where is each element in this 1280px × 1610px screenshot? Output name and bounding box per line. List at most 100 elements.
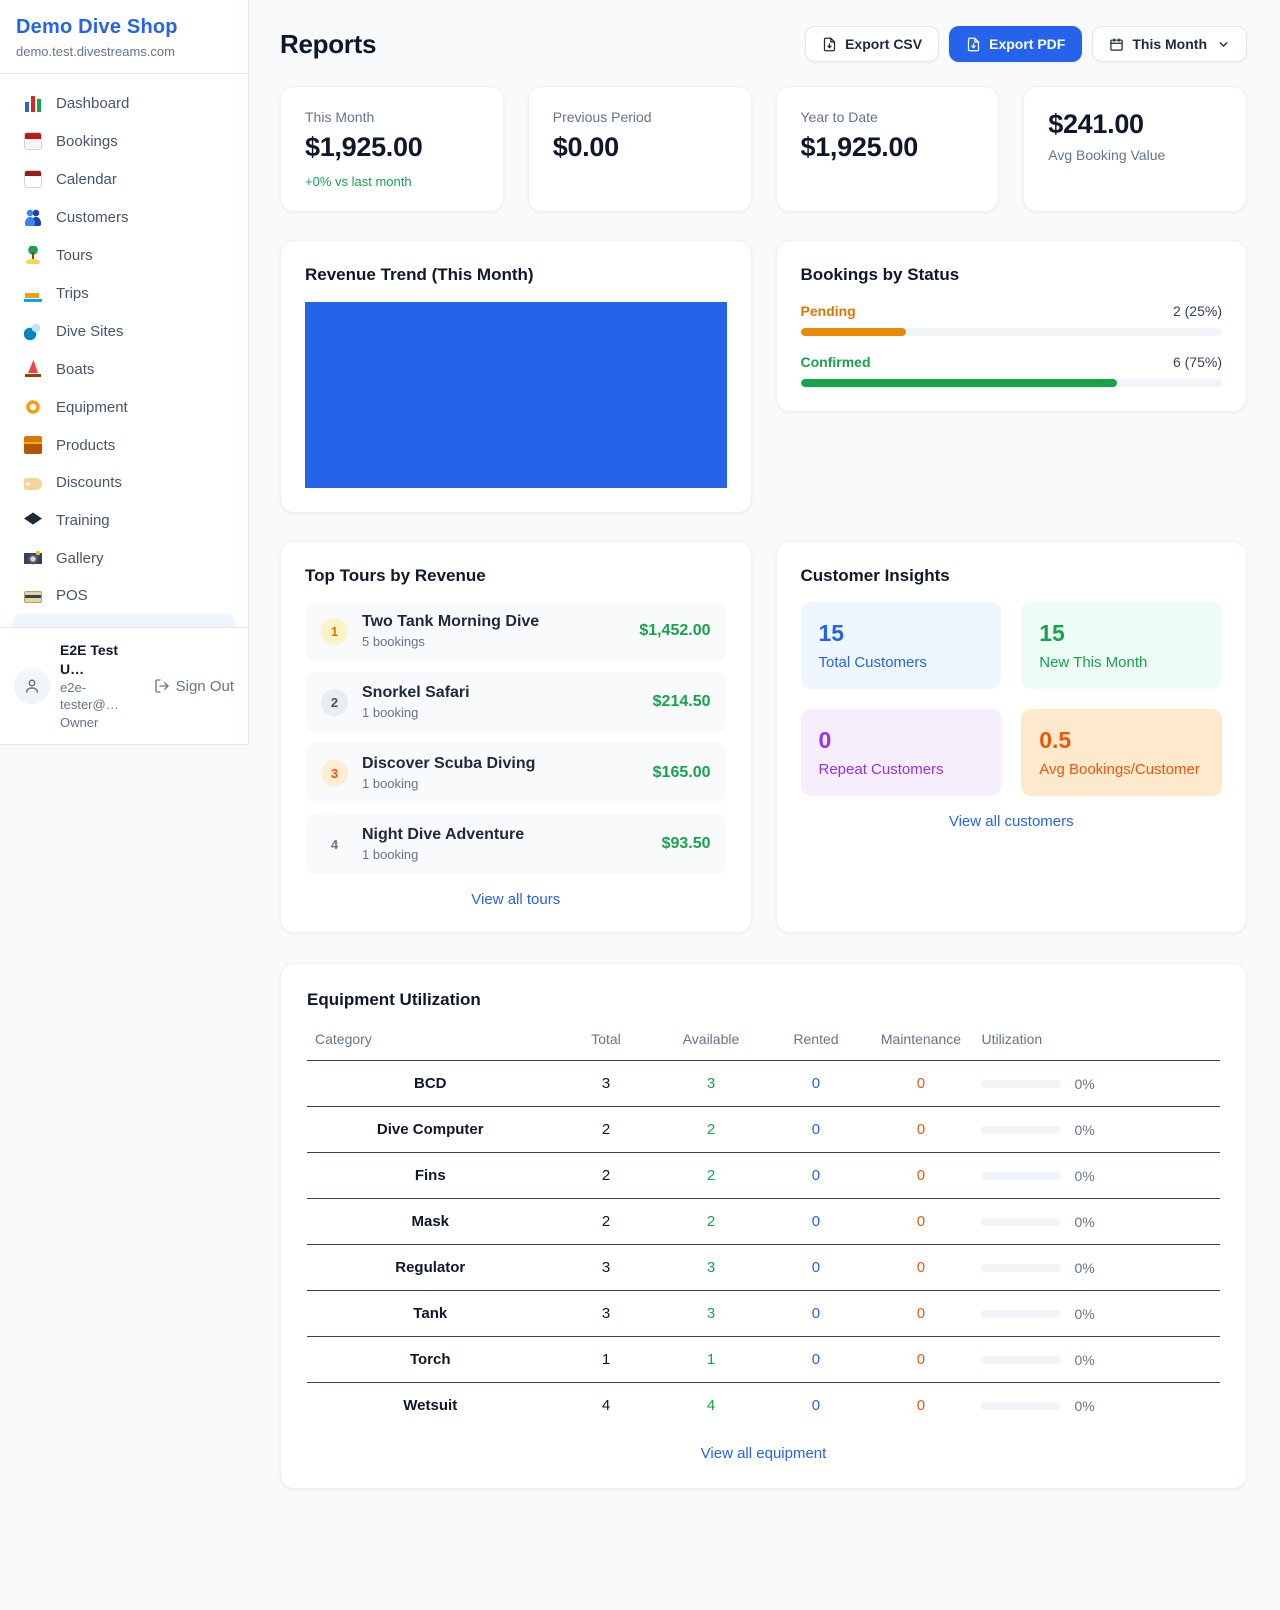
utilization-percent: 0% (1074, 1168, 1094, 1184)
cell-rented: 0 (763, 1061, 868, 1107)
bookings-by-status-card: Bookings by Status Pending 2 (25%) Confi… (776, 240, 1248, 412)
list-item: 2 Snorkel Safari 1 booking $214.50 (305, 672, 727, 732)
cell-maintenance: 0 (868, 1061, 973, 1107)
sidebar-item-label: Dive Sites (56, 323, 124, 340)
progress-track (801, 328, 1223, 336)
utilization-track (981, 1264, 1061, 1272)
export-pdf-button[interactable]: Export PDF (949, 26, 1082, 62)
user-role: Owner (60, 714, 144, 732)
tile-total-customers: 15 Total Customers (801, 602, 1002, 689)
list-item: 1 Two Tank Morning Dive 5 bookings $1,45… (305, 601, 727, 661)
tile-value: 15 (1039, 620, 1204, 647)
customer-insights-card: Customer Insights 15 Total Customers 15 … (776, 541, 1248, 933)
tour-name: Night Dive Adventure (362, 826, 524, 844)
people-icon (24, 208, 42, 226)
file-download-icon (822, 37, 837, 52)
stat-value: $0.00 (553, 132, 727, 163)
status-count: 2 (25%) (1173, 303, 1222, 319)
tour-bookings: 1 booking (362, 847, 524, 862)
cell-category: Mask (307, 1199, 554, 1245)
cell-rented: 0 (763, 1199, 868, 1245)
sidebar-item-customers[interactable]: Customers (12, 198, 236, 236)
sidebar-item-reports-active-peek[interactable] (12, 614, 236, 627)
sidebar-item-dashboard[interactable]: Dashboard (12, 84, 236, 122)
tour-revenue: $93.50 (662, 835, 711, 853)
main-content: Reports Export CSV Expor (249, 0, 1280, 1537)
sidebar-item-training[interactable]: Training (12, 501, 236, 539)
view-all-equipment-link[interactable]: View all equipment (307, 1445, 1220, 1462)
shop-name-link[interactable]: Demo Dive Shop (16, 16, 232, 39)
utilization-track (981, 1310, 1061, 1318)
cell-total: 2 (554, 1153, 659, 1199)
view-all-customers-link[interactable]: View all customers (801, 813, 1223, 830)
column-header-utilization: Utilization (973, 1018, 1220, 1061)
utilization-percent: 0% (1074, 1076, 1094, 1092)
export-csv-button[interactable]: Export CSV (805, 26, 939, 62)
app-root: Demo Dive Shop demo.test.divestreams.com… (0, 0, 1280, 1537)
tile-label: Avg Bookings/Customer (1039, 761, 1204, 778)
sidebar-item-dive-sites[interactable]: Dive Sites (12, 312, 236, 350)
sidebar-item-bookings[interactable]: Bookings (12, 122, 236, 160)
tear-off-calendar-icon (24, 170, 42, 188)
stat-delta: +0% vs last month (305, 174, 479, 189)
sidebar-nav: Dashboard Bookings Calendar Customers To… (0, 74, 248, 614)
sailboat-icon (24, 360, 42, 378)
cell-rented: 0 (763, 1383, 868, 1429)
credit-card-icon (24, 591, 42, 603)
cell-available: 2 (659, 1199, 764, 1245)
cell-rented: 0 (763, 1107, 868, 1153)
sidebar-item-gallery[interactable]: Gallery (12, 539, 236, 577)
cell-available: 3 (659, 1245, 764, 1291)
list-item: 3 Discover Scuba Diving 1 booking $165.0… (305, 743, 727, 803)
utilization-percent: 0% (1074, 1122, 1094, 1138)
header-actions: Export CSV Export PDF This Month (805, 26, 1247, 62)
cell-category: Dive Computer (307, 1107, 554, 1153)
tile-label: Total Customers (819, 654, 984, 671)
sidebar-item-products[interactable]: Products (12, 426, 236, 464)
insights-row: Top Tours by Revenue 1 Two Tank Morning … (280, 541, 1247, 933)
stat-card-year-to-date: Year to Date $1,925.00 (776, 86, 1000, 212)
sidebar-item-discounts[interactable]: Discounts (12, 464, 236, 501)
cell-utilization: 0% (973, 1153, 1220, 1199)
table-row: Fins 2 2 0 0 0% (307, 1153, 1220, 1199)
cell-available: 2 (659, 1153, 764, 1199)
table-row: Regulator 3 3 0 0 0% (307, 1245, 1220, 1291)
tour-revenue: $214.50 (653, 693, 711, 711)
view-all-tours-link[interactable]: View all tours (305, 891, 727, 908)
progress-fill (801, 379, 1117, 387)
sidebar-item-equipment[interactable]: Equipment (12, 388, 236, 426)
sidebar-item-label: Bookings (56, 133, 118, 150)
calendar-icon (1109, 37, 1124, 52)
progress-track (801, 379, 1223, 387)
revenue-trend-title: Revenue Trend (This Month) (305, 265, 727, 285)
sidebar: Demo Dive Shop demo.test.divestreams.com… (0, 0, 249, 745)
progress-fill (801, 328, 906, 336)
tour-bookings: 1 booking (362, 776, 535, 791)
sidebar-item-label: Dashboard (56, 95, 129, 112)
sidebar-item-tours[interactable]: Tours (12, 236, 236, 274)
stat-card-avg-booking-value: $241.00 Avg Booking Value (1023, 86, 1247, 212)
cell-available: 1 (659, 1337, 764, 1383)
graduation-cap-icon (24, 511, 42, 529)
rank-badge: 4 (321, 831, 348, 858)
cell-total: 3 (554, 1291, 659, 1337)
sign-out-icon (154, 678, 170, 694)
user-email: e2e-tester@… (60, 679, 144, 714)
sidebar-item-label: POS (56, 587, 88, 604)
tile-value: 0 (819, 727, 984, 754)
status-row-pending: Pending 2 (25%) (801, 303, 1223, 336)
period-dropdown[interactable]: This Month (1092, 26, 1247, 62)
cell-utilization: 0% (973, 1199, 1220, 1245)
revenue-trend-card: Revenue Trend (This Month) (280, 240, 752, 513)
sign-out-button[interactable]: Sign Out (154, 678, 234, 695)
sidebar-item-label: Gallery (56, 550, 104, 567)
sidebar-item-boats[interactable]: Boats (12, 350, 236, 388)
cell-utilization: 0% (973, 1291, 1220, 1337)
sidebar-item-calendar[interactable]: Calendar (12, 160, 236, 198)
status-count: 6 (75%) (1173, 354, 1222, 370)
sidebar-item-trips[interactable]: Trips (12, 274, 236, 312)
tour-revenue: $1,452.00 (639, 622, 710, 640)
sidebar-item-pos[interactable]: POS (12, 577, 236, 614)
tile-new-this-month: 15 New This Month (1021, 602, 1222, 689)
column-header-available: Available (659, 1018, 764, 1061)
